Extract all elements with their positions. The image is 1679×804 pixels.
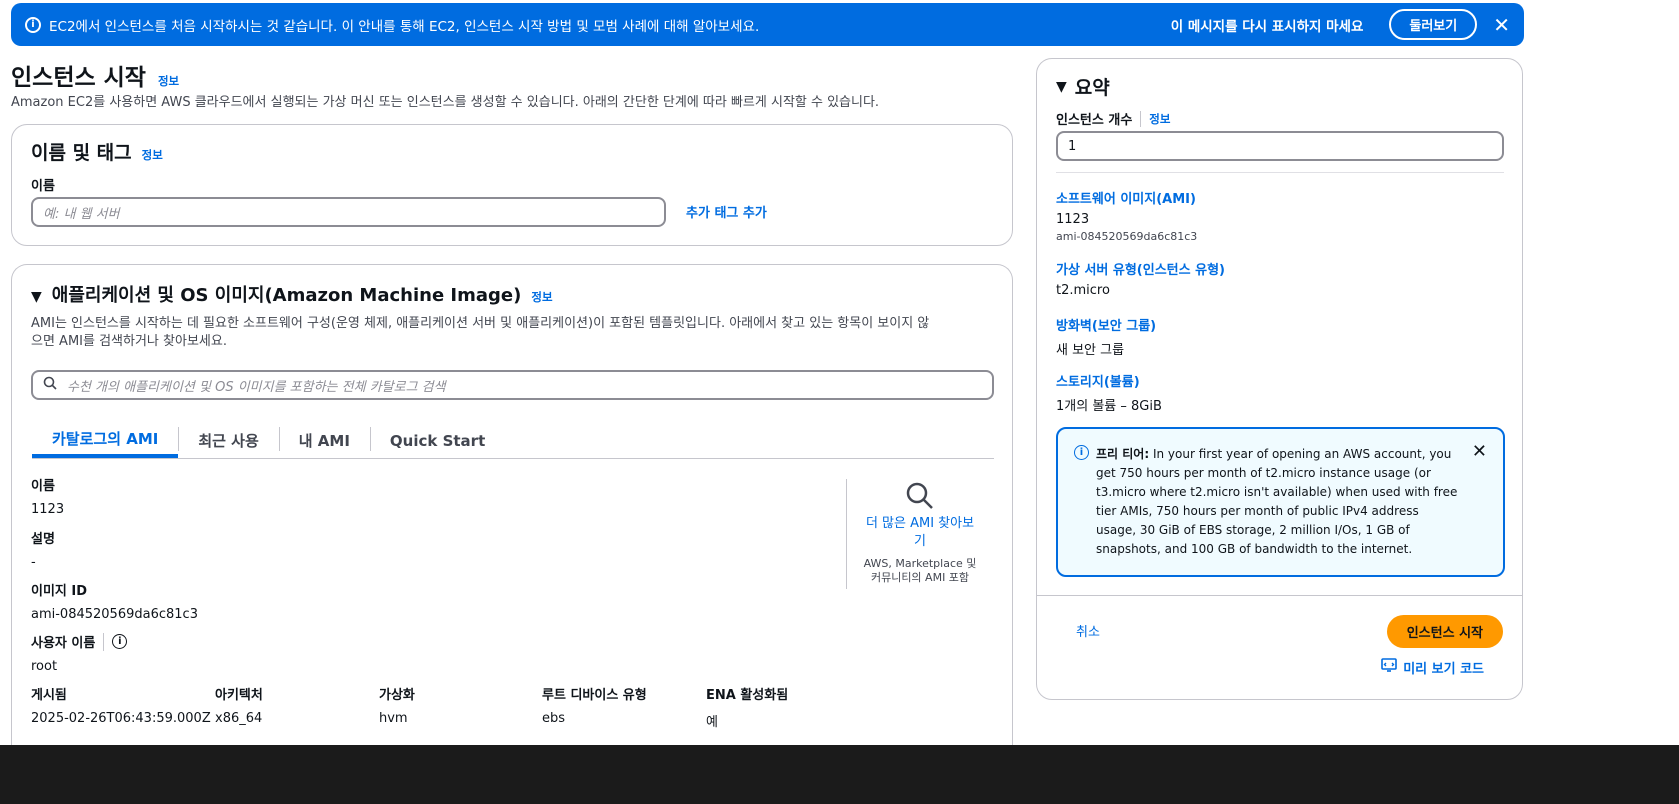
firewall-section: 방화벽(보안 그룹) 새 보안 그룹 (1056, 315, 1156, 358)
name-input[interactable]: 예: 내 웹 서버 (31, 197, 666, 227)
tab-my-ami[interactable]: 내 AMI (278, 423, 370, 458)
bottom-bar (0, 745, 1679, 804)
summary-title: 요약 (1074, 77, 1110, 99)
ami-attributes-row: 게시됨 2025-02-26T06:43:59.000Z 아키텍처 x86_64… (31, 684, 826, 730)
ami-panel: ▼ 애플리케이션 및 OS 이미지(Amazon Machine Image) … (11, 264, 1013, 764)
add-tags-link[interactable]: 추가 태그 추가 (686, 202, 767, 221)
instance-count-info-link[interactable]: 정보 (1149, 111, 1170, 127)
divider (1056, 172, 1504, 173)
preview-code-button[interactable]: 미리 보기 코드 (1381, 657, 1484, 677)
info-icon: i (25, 16, 41, 33)
name-and-tags-panel: 이름 및 태그 정보 이름 예: 내 웹 서버 추가 태그 추가 (11, 124, 1013, 246)
ami-root-device-field: 루트 디바이스 유형 ebs (542, 688, 647, 726)
summary-panel: ▼ 요약 인스턴스 개수 정보 1 소프트웨어 이미지(AMI) 1123 am… (1036, 58, 1523, 700)
banner-message: EC2에서 인스턴스를 처음 시작하시는 것 같습니다. 이 안내를 통해 EC… (49, 18, 760, 35)
software-image-id: ami-084520569da6c81c3 (1056, 230, 1198, 243)
ami-published-field: 게시됨 2025-02-26T06:43:59.000Z (31, 688, 211, 726)
tab-recently-used[interactable]: 최근 사용 (178, 423, 278, 458)
cancel-button[interactable]: 취소 (1076, 621, 1100, 640)
divider (1037, 595, 1522, 596)
page-title: 인스턴스 시작 (11, 65, 146, 91)
ami-title: 애플리케이션 및 OS 이미지(Amazon Machine Image) (51, 285, 522, 306)
tab-catalog-ami[interactable]: 카탈로그의 AMI (32, 423, 179, 458)
firewall-link[interactable]: 방화벽(보안 그룹) (1056, 315, 1156, 334)
browse-more-ami-link[interactable]: 더 많은 AMI 찾아보 기 (858, 515, 982, 551)
page-description: Amazon EC2를 사용하면 AWS 클라우드에서 실행되는 가상 머신 또… (11, 95, 880, 110)
storage-value: 1개의 볼륨 – 8GiB (1056, 399, 1162, 414)
page-info-link[interactable]: 정보 (158, 73, 179, 89)
ami-info-link[interactable]: 정보 (531, 289, 552, 305)
ami-search-input[interactable]: 수천 개의 애플리케이션 및 OS 이미지를 포함하는 전체 카탈로그 검색 (31, 370, 994, 400)
launch-instance-button[interactable]: 인스턴스 시작 (1386, 615, 1503, 648)
software-image-link[interactable]: 소프트웨어 이미지(AMI) (1056, 188, 1197, 207)
close-icon[interactable]: ✕ (1472, 441, 1487, 462)
storage-section: 스토리지(볼륨) 1개의 볼륨 – 8GiB (1056, 371, 1162, 414)
close-icon[interactable]: ✕ (1493, 13, 1510, 37)
name-and-tags-title: 이름 및 태그 (31, 142, 132, 164)
info-icon: i (1074, 445, 1089, 460)
ami-description-field: 설명 - (31, 532, 55, 570)
dont-show-again-button[interactable]: 이 메시지를 다시 표시하지 마세요 (1171, 15, 1364, 35)
ami-description: AMI는 인스턴스를 시작하는 데 필요한 소프트웨어 구성(운영 체제, 애플… (31, 316, 930, 349)
ami-tabs: 카탈로그의 AMI 최근 사용 내 AMI Quick Start (32, 423, 994, 459)
software-image-name: 1123 (1056, 212, 1090, 227)
software-image-section: 소프트웨어 이미지(AMI) 1123 ami-084520569da6c81c… (1056, 188, 1197, 243)
firewall-value: 새 보안 그룹 (1056, 343, 1125, 358)
page-header: 인스턴스 시작 정보 (11, 58, 179, 92)
ami-virtualization-field: 가상화 hvm (379, 688, 415, 726)
tour-button[interactable]: 둘러보기 (1389, 9, 1478, 40)
welcome-banner: i EC2에서 인스턴스를 처음 시작하시는 것 같습니다. 이 안내를 통해 … (11, 3, 1524, 46)
instance-type-value: t2.micro (1056, 283, 1110, 298)
instance-type-section: 가상 서버 유형(인스턴스 유형) t2.micro (1056, 259, 1225, 298)
ami-search-placeholder: 수천 개의 애플리케이션 및 OS 이미지를 포함하는 전체 카탈로그 검색 (67, 379, 446, 395)
info-circle-icon[interactable]: i (112, 634, 128, 649)
ami-architecture-field: 아키텍처 x86_64 (215, 688, 263, 726)
name-tags-info-link[interactable]: 정보 (142, 147, 163, 163)
tab-quick-start[interactable]: Quick Start (369, 423, 505, 458)
ami-name-field: 이름 1123 (31, 479, 65, 517)
free-tier-text: 프리 티어: In your first year of opening an … (1096, 447, 1458, 556)
instance-type-link[interactable]: 가상 서버 유형(인스턴스 유형) (1056, 259, 1225, 278)
collapse-caret-icon[interactable]: ▼ (31, 289, 42, 305)
browse-more-subtext: AWS, Marketplace 및 커뮤니티의 AMI 포함 (863, 557, 977, 584)
magnify-icon (905, 481, 935, 515)
collapse-caret-icon[interactable]: ▼ (1056, 79, 1067, 95)
divider (846, 479, 847, 589)
code-preview-icon (1381, 657, 1397, 677)
ami-image-id-field: 이미지 ID ami-084520569da6c81c3 (31, 584, 198, 622)
storage-link[interactable]: 스토리지(볼륨) (1056, 371, 1162, 390)
instance-count-input[interactable]: 1 (1056, 131, 1504, 161)
free-tier-alert: i ✕ 프리 티어: In your first year of opening… (1056, 427, 1505, 577)
name-label: 이름 (31, 179, 55, 194)
browse-more-ami[interactable]: 더 많은 AMI 찾아보 기 AWS, Marketplace 및 커뮤니티의 … (858, 481, 982, 585)
ami-ena-field: ENA 활성화됨 예 (706, 688, 789, 730)
ami-owner-field: 사용자 이름 i root (31, 632, 128, 674)
instance-count-label: 인스턴스 개수 (1056, 113, 1133, 128)
search-icon (43, 376, 57, 394)
